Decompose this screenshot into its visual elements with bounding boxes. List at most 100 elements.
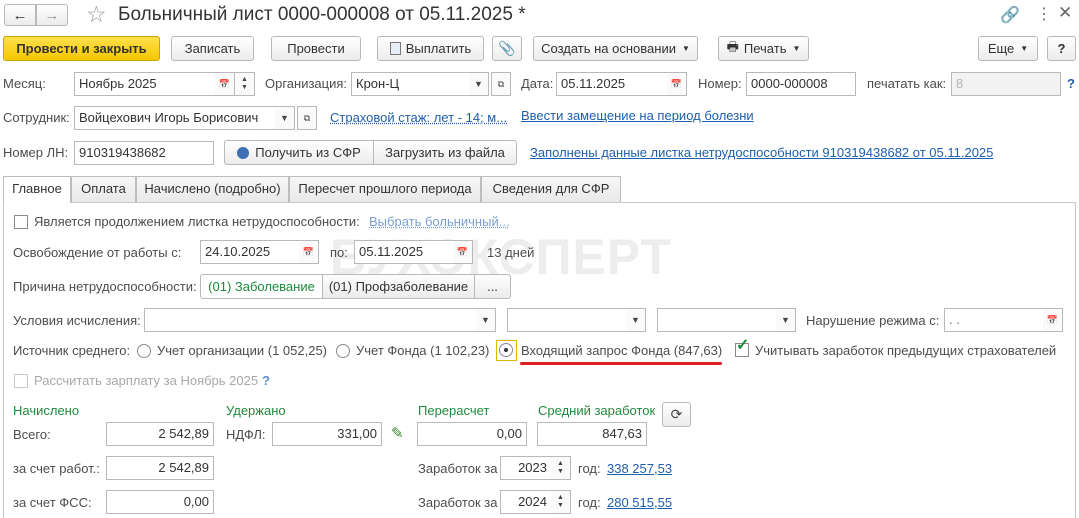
select-sick-leave-link[interactable]: Выбрать больничный... — [369, 214, 510, 230]
release-from-field[interactable]: 24.10.2025 — [200, 240, 300, 264]
tab-main[interactable]: Главное — [3, 176, 71, 203]
employer-value[interactable]: 2 542,89 — [106, 456, 214, 480]
post-button[interactable]: Провести — [271, 36, 361, 61]
source-org-radio[interactable] — [137, 344, 151, 358]
source-fund-radio[interactable] — [336, 344, 350, 358]
avg-earnings-value[interactable]: 847,63 — [537, 422, 647, 446]
month-field[interactable]: Ноябрь 2025 — [74, 72, 216, 96]
month-calendar-button[interactable]: 📅 — [215, 72, 235, 96]
release-to-calendar[interactable]: 📅 — [453, 240, 473, 264]
chevron-down-icon: ▼ — [280, 113, 289, 123]
paperclip-icon: 📎 — [498, 40, 516, 56]
chevron-down-icon: ▼ — [474, 79, 483, 89]
ln-number-field[interactable]: 910319438682 — [74, 141, 214, 165]
write-button[interactable]: Записать — [171, 36, 254, 61]
source-label: Источник среднего: — [13, 343, 131, 358]
close-icon[interactable]: ✕ — [1058, 3, 1072, 23]
violation-date-field[interactable]: . . — [944, 308, 1044, 332]
employee-field[interactable]: Войцехович Игорь Борисович — [74, 106, 276, 130]
violation-calendar[interactable]: 📅 — [1043, 308, 1063, 332]
chevron-down-icon: ▼ — [631, 315, 640, 325]
total-value[interactable]: 2 542,89 — [106, 422, 214, 446]
conditions-field-3[interactable] — [657, 308, 777, 332]
chevron-down-icon: ▼ — [781, 315, 790, 325]
more-vert-icon[interactable]: ⋮ — [1036, 4, 1052, 24]
calendar-icon: 📅 — [456, 246, 469, 257]
get-from-sfr-button[interactable]: Получить из СФР — [224, 140, 374, 165]
load-from-file-button[interactable]: Загрузить из файла — [373, 140, 517, 165]
employee-label: Сотрудник: — [3, 110, 70, 125]
tab-accrued-detail[interactable]: Начислено (подробно) — [136, 176, 289, 202]
ndfl-value[interactable]: 331,00 — [272, 422, 382, 446]
link-icon[interactable]: 🔗 — [1000, 5, 1020, 25]
date-field[interactable]: 05.11.2025 — [556, 72, 668, 96]
recalc-title: Перерасчет — [418, 403, 490, 418]
filled-data-link[interactable]: Заполнены данные листка нетрудоспособнос… — [530, 145, 993, 161]
post-and-close-button[interactable]: Провести и закрыть — [3, 36, 160, 61]
recalc-value[interactable]: 0,00 — [417, 422, 527, 446]
tab-recalc-prior[interactable]: Пересчет прошлого периода — [289, 176, 481, 202]
insurance-record-link[interactable]: Страховой стаж: лет - 14; м... — [330, 110, 507, 126]
back-button[interactable]: ← — [4, 4, 36, 26]
employer-label: за счет работ.: — [13, 461, 100, 476]
date-calendar-button[interactable]: 📅 — [667, 72, 687, 96]
number-field[interactable]: 0000-000008 — [746, 72, 856, 96]
year-2-label: год: — [578, 495, 601, 510]
more-button[interactable]: Еще ▼ — [978, 36, 1038, 61]
calc-salary-checkbox[interactable] — [14, 374, 28, 388]
tab-sfr-info[interactable]: Сведения для СФР — [481, 176, 621, 202]
earnings-year-1-amount[interactable]: 338 257,53 — [607, 461, 672, 477]
conditions-dropdown-1[interactable]: ▼ — [476, 308, 496, 332]
earnings-year-2-field[interactable]: 2024 — [500, 490, 552, 514]
ndfl-label: НДФЛ: — [226, 427, 266, 442]
printer-icon: 🖶 — [726, 38, 739, 54]
open-icon: ⧉ — [497, 78, 505, 89]
reason-occupational-option[interactable]: (01) Профзаболевание — [322, 274, 475, 299]
refresh-button[interactable]: ⟳ — [662, 402, 691, 427]
replacement-link[interactable]: Ввести замещение на период болезни — [521, 108, 754, 124]
tab-payment[interactable]: Оплата — [71, 176, 136, 202]
star-icon[interactable]: ☆ — [86, 1, 107, 27]
earnings-year-2-spin[interactable]: ▲ ▼ — [551, 490, 571, 514]
violation-label: Нарушение режима с: — [806, 313, 940, 328]
print-button[interactable]: 🖶 Печать ▼ — [718, 36, 809, 61]
employee-dropdown-button[interactable]: ▼ — [275, 106, 295, 130]
earnings-year-1-label: Заработок за — [418, 461, 498, 476]
conditions-dropdown-3[interactable]: ▼ — [776, 308, 796, 332]
org-dropdown-button[interactable]: ▼ — [469, 72, 489, 96]
org-field[interactable]: Крон-Ц — [351, 72, 471, 96]
earnings-year-1-spin[interactable]: ▲ ▼ — [551, 456, 571, 480]
org-label: Организация: — [265, 76, 348, 91]
accrued-title: Начислено — [13, 403, 80, 418]
forward-button[interactable]: → — [36, 4, 68, 26]
print-as-field[interactable]: 8 — [951, 72, 1061, 96]
employee-open-button[interactable]: ⧉ — [297, 106, 317, 130]
earnings-year-2-amount[interactable]: 280 515,55 — [607, 495, 672, 511]
earnings-year-2-label: Заработок за — [418, 495, 498, 510]
release-to-label: по: — [330, 245, 348, 260]
calc-salary-help[interactable]: ? — [262, 373, 270, 389]
help-button[interactable]: ? — [1047, 36, 1076, 61]
conditions-dropdown-2[interactable]: ▼ — [626, 308, 646, 332]
reason-more-option[interactable]: ... — [474, 274, 511, 299]
get-from-sfr-label: Получить из СФР — [255, 145, 361, 160]
earnings-year-1-field[interactable]: 2023 — [500, 456, 552, 480]
month-spin-button[interactable]: ▲ ▼ — [235, 72, 255, 96]
create-based-on-button[interactable]: Создать на основании ▼ — [533, 36, 698, 61]
conditions-field-1[interactable] — [144, 308, 477, 332]
attach-button[interactable]: 📎 — [492, 36, 522, 61]
release-from-calendar[interactable]: 📅 — [299, 240, 319, 264]
release-to-field[interactable]: 05.11.2025 — [354, 240, 454, 264]
conditions-label: Условия исчисления: — [13, 313, 141, 328]
avg-earnings-title: Средний заработок — [538, 403, 656, 418]
spin-up-icon: ▲ — [557, 460, 564, 467]
print-as-help[interactable]: ? — [1067, 76, 1075, 92]
reason-illness-option[interactable]: (01) Заболевание — [200, 274, 323, 299]
calendar-icon: 📅 — [670, 78, 683, 89]
conditions-field-2[interactable] — [507, 308, 627, 332]
fss-value[interactable]: 0,00 — [106, 490, 214, 514]
continuation-checkbox[interactable] — [14, 215, 28, 229]
pay-button[interactable]: Выплатить — [377, 36, 484, 61]
org-open-button[interactable]: ⧉ — [491, 72, 511, 96]
pencil-icon[interactable]: ✎ — [391, 424, 404, 442]
